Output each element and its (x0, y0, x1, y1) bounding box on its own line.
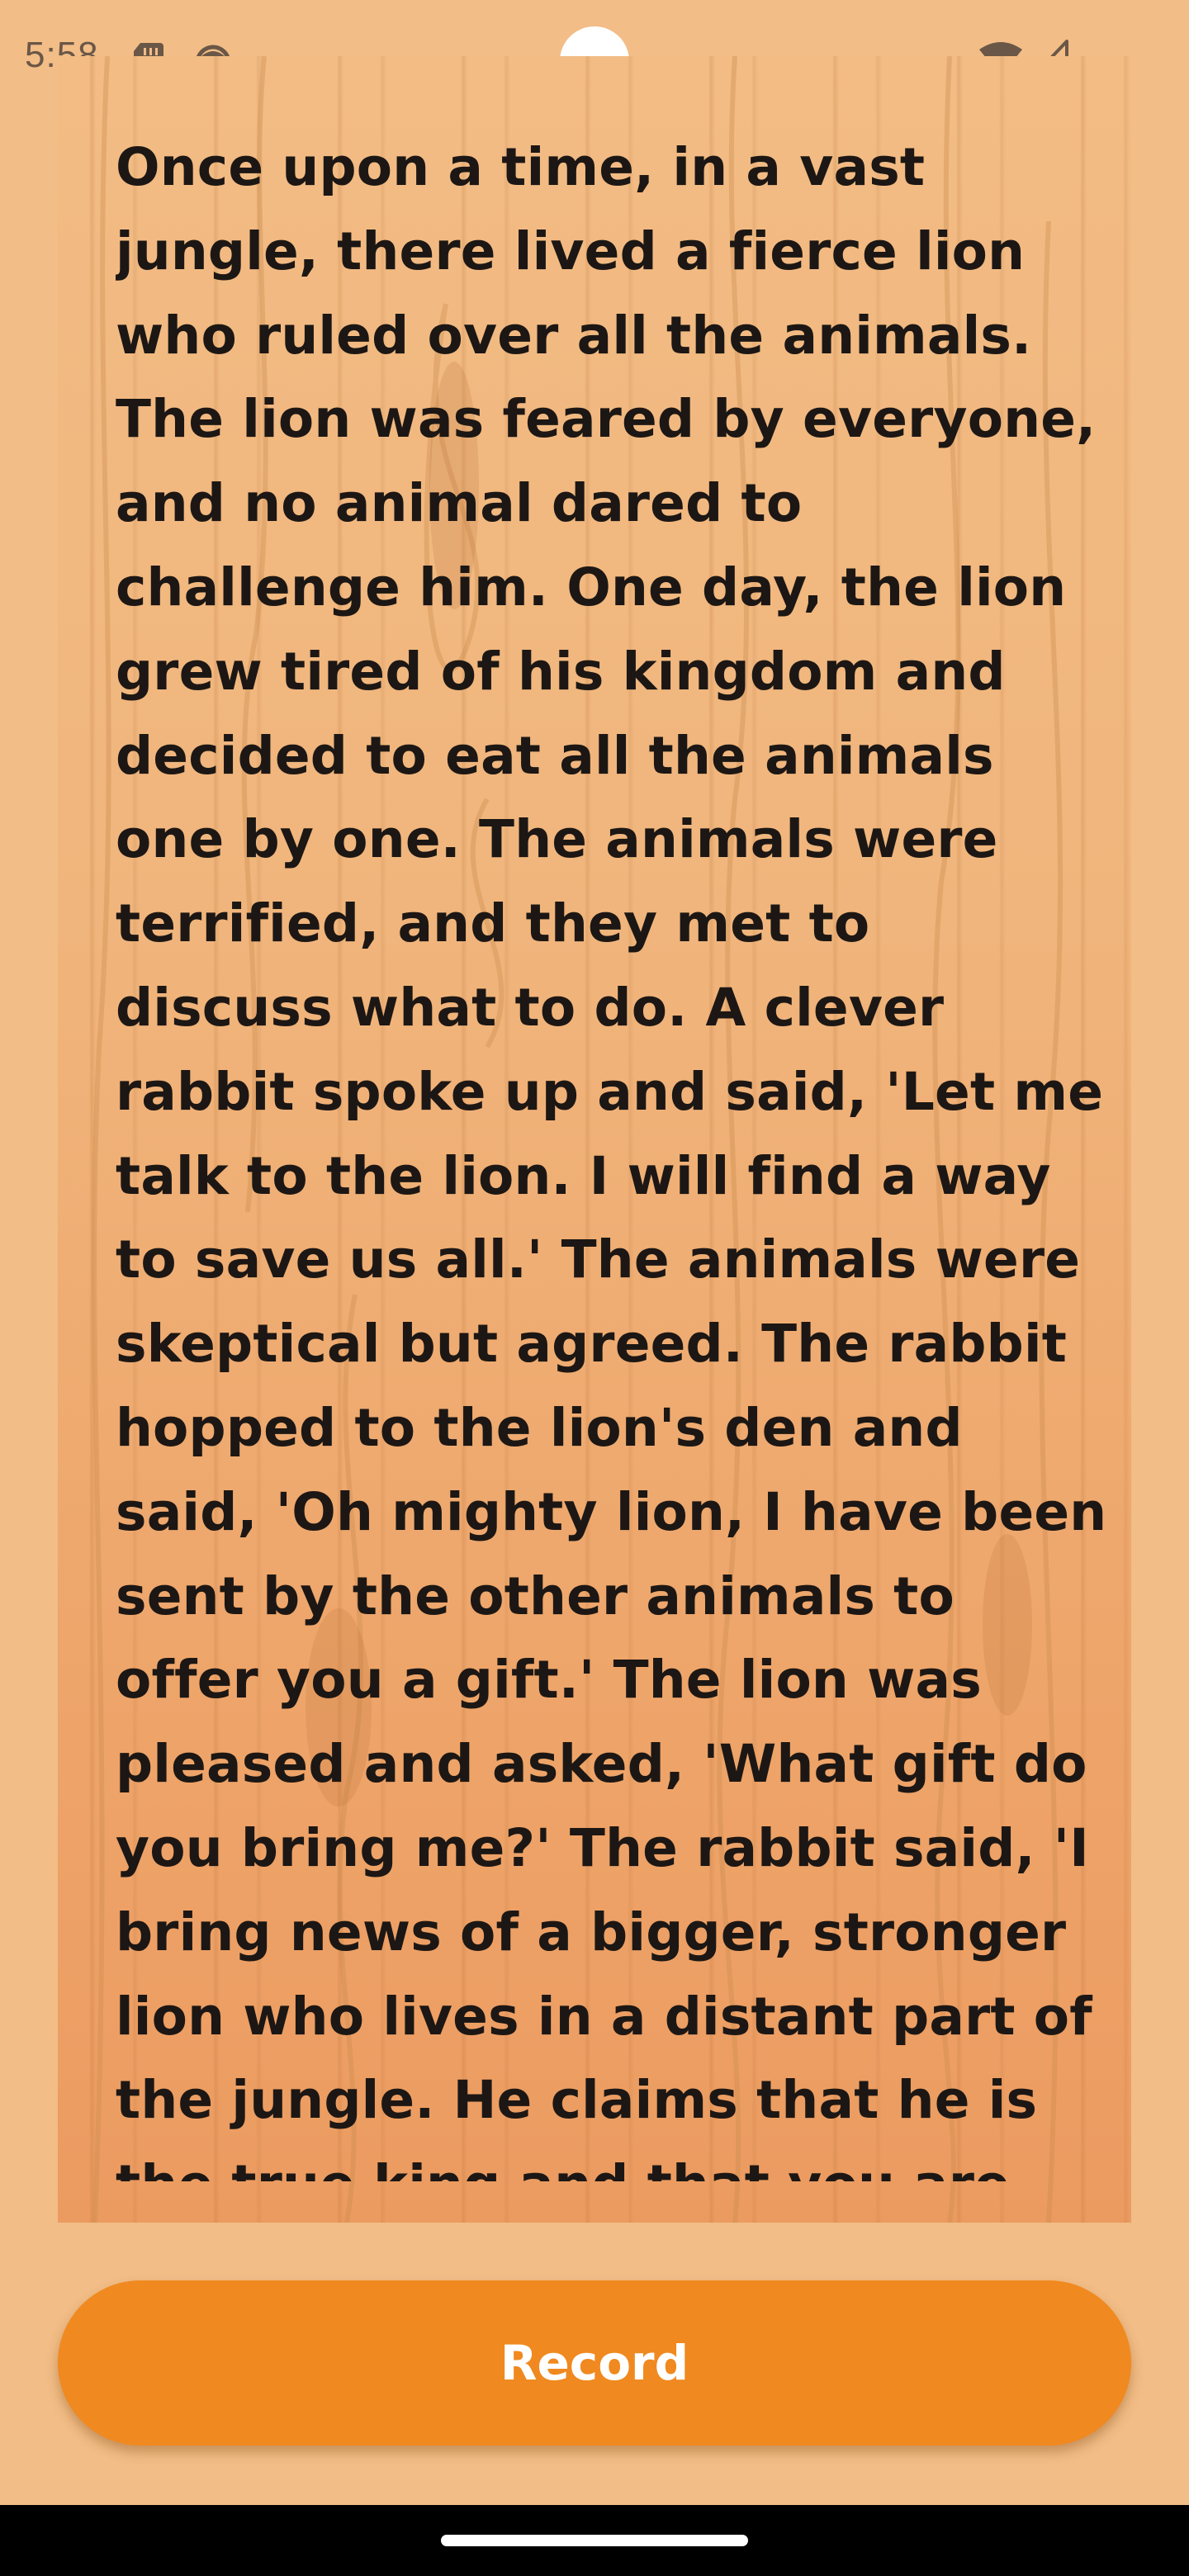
story-text: Once upon a time, in a vast jungle, ther… (116, 137, 1107, 2181)
record-button-label: Record (500, 2335, 689, 2391)
record-button[interactable]: Record (58, 2280, 1131, 2446)
story-scroll-area[interactable]: Once upon a time, in a vast jungle, ther… (116, 125, 1131, 2181)
navigation-bar (0, 2505, 1189, 2576)
story-panel: Once upon a time, in a vast jungle, ther… (58, 56, 1131, 2223)
home-indicator[interactable] (441, 2535, 748, 2546)
